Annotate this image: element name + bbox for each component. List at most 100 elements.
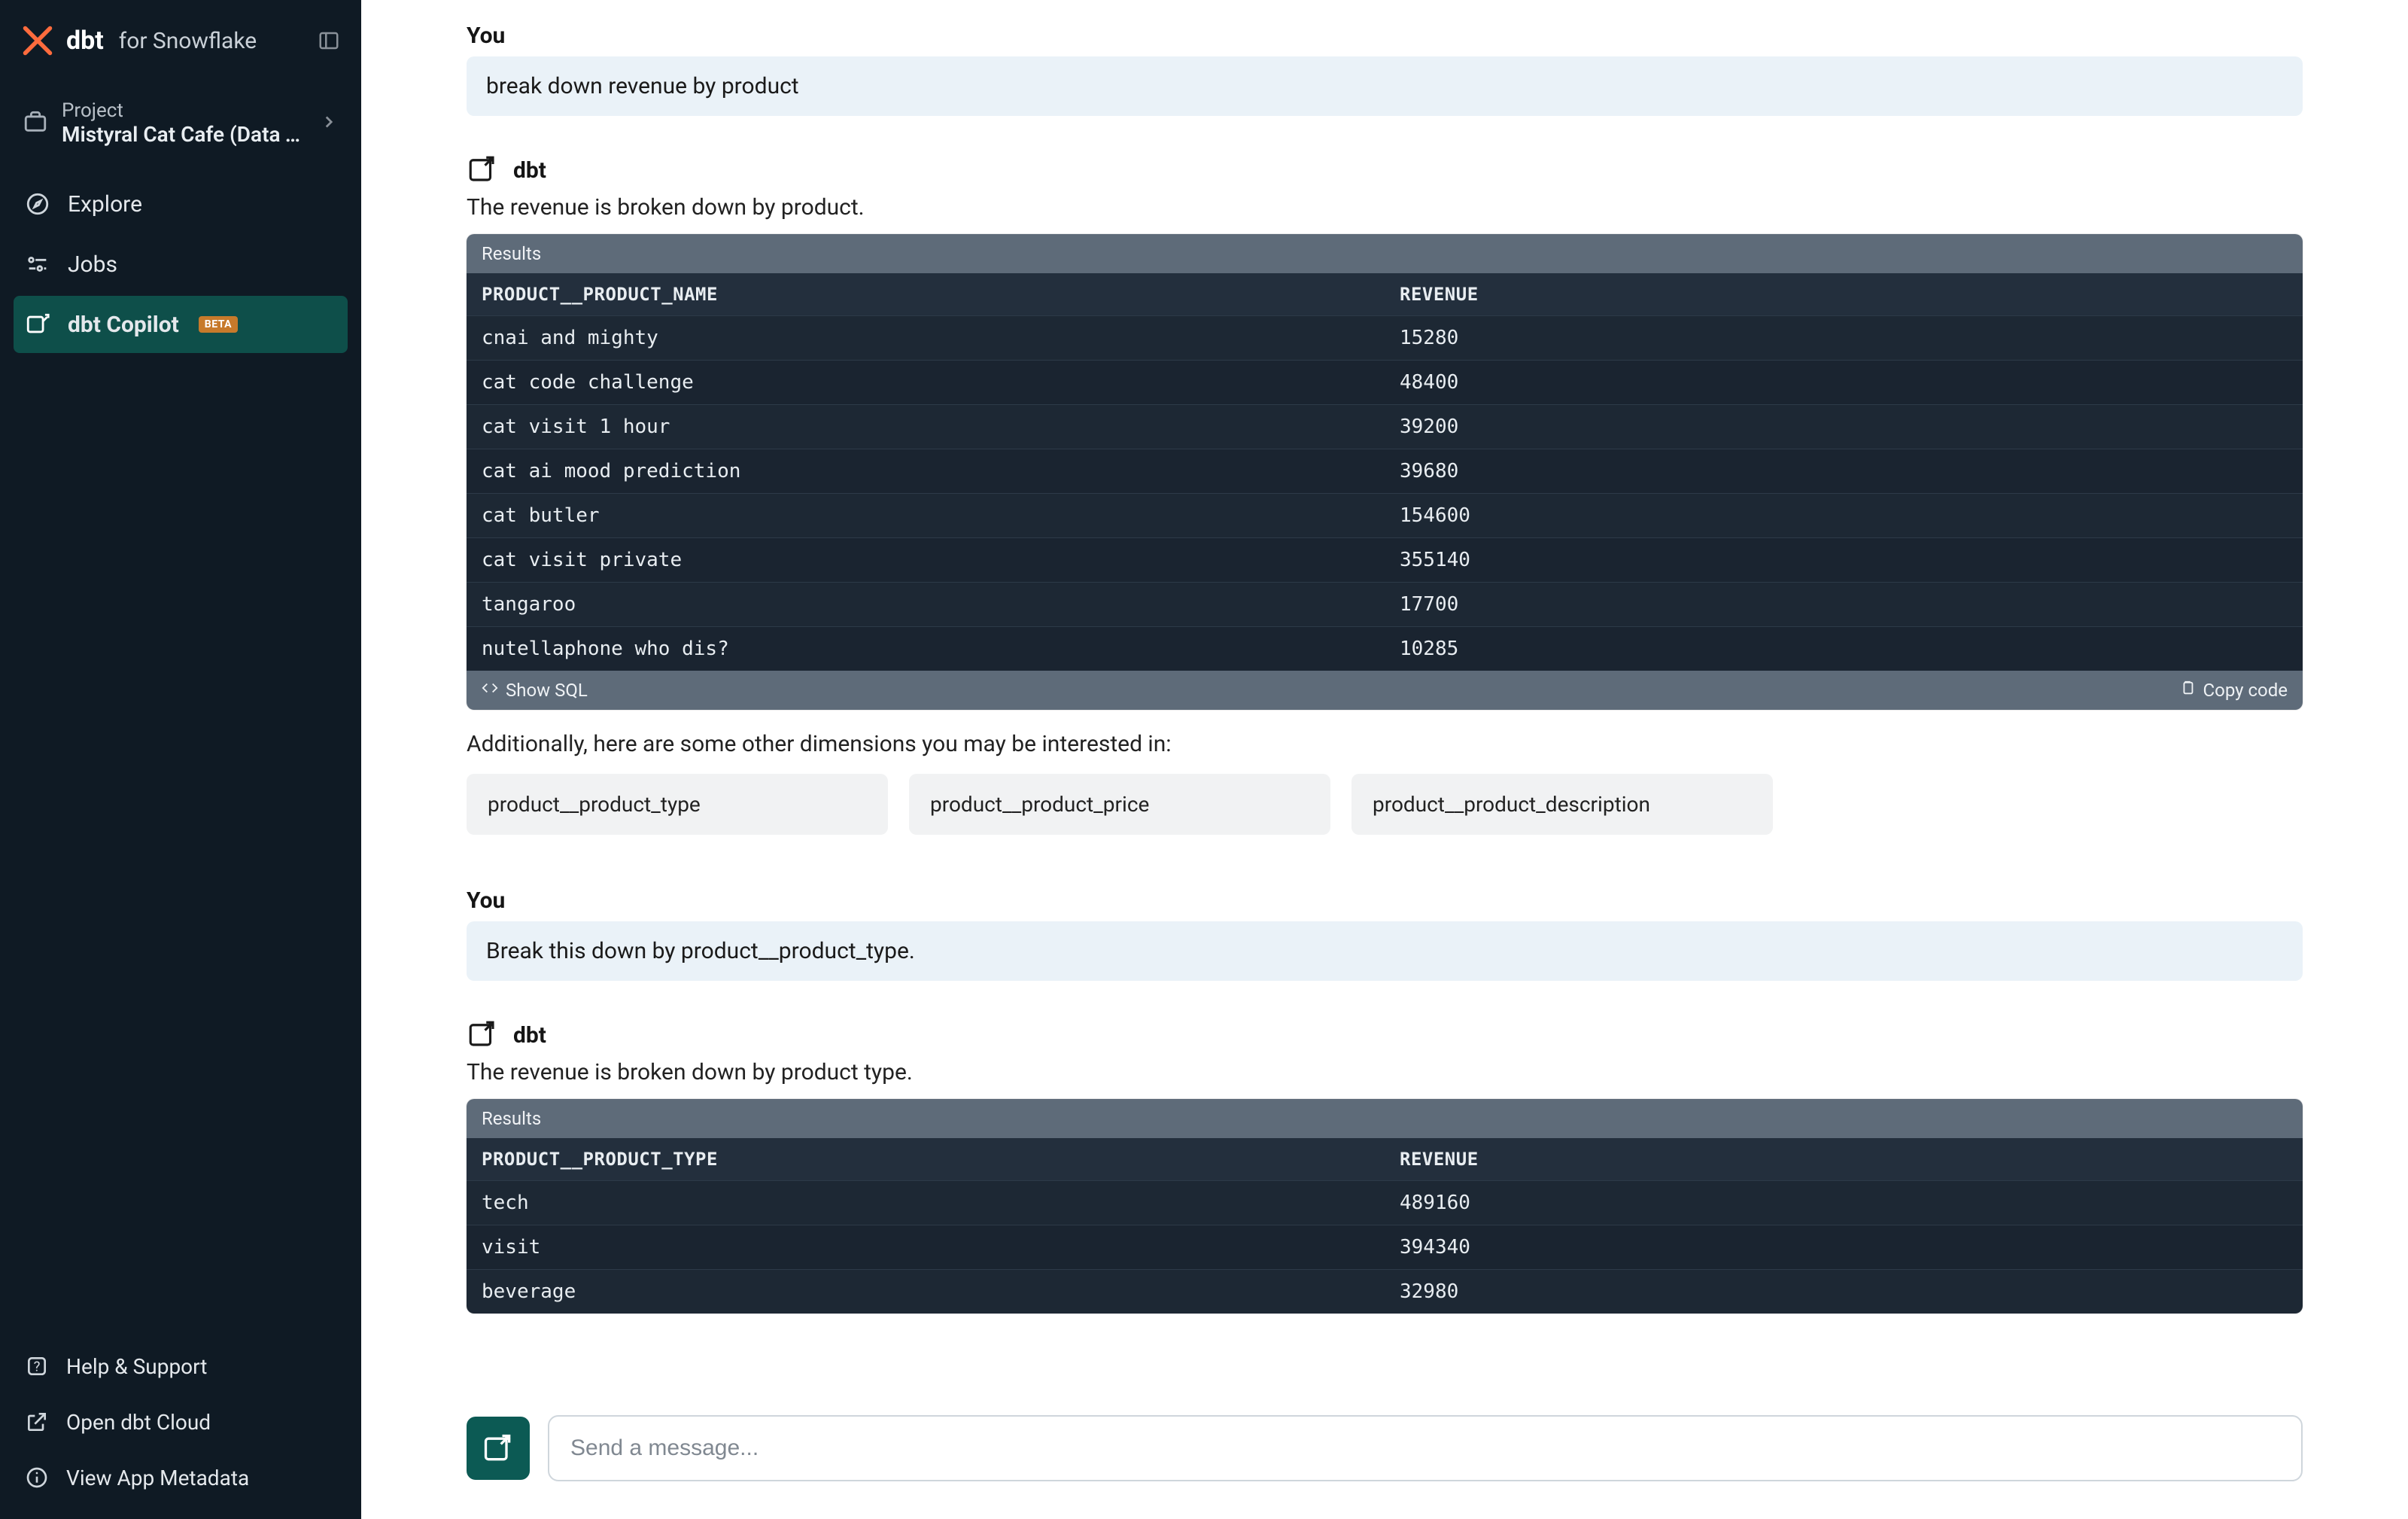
- jobs-icon: [24, 251, 51, 278]
- beta-badge: BETA: [199, 316, 238, 333]
- compass-icon: [24, 190, 51, 218]
- chevron-right-icon: [319, 112, 339, 135]
- brand-suffix: for Snowflake: [119, 28, 257, 54]
- table-row: cat ai mood prediction39680: [467, 449, 2303, 494]
- project-name: Mistyral Cat Cafe (Data Te...: [62, 122, 306, 147]
- dbt-label: dbt: [513, 1022, 546, 1049]
- sidebar: dbt for Snowflake Project Mistyral Cat C…: [0, 0, 361, 1519]
- cell-revenue: 39680: [1385, 449, 2303, 494]
- table-row: cat code challenge48400: [467, 361, 2303, 405]
- sidebar-item-help[interactable]: ? Help & Support: [14, 1338, 348, 1394]
- cell-revenue: 17700: [1385, 583, 2303, 627]
- table-row: beverage32980: [467, 1270, 2303, 1314]
- assistant-text: The revenue is broken down by product ty…: [467, 1059, 2303, 1085]
- sidebar-item-metadata[interactable]: View App Metadata: [14, 1450, 348, 1505]
- dimension-pill-description[interactable]: product__product_description: [1351, 774, 1773, 835]
- sidebar-item-label: Jobs: [68, 251, 117, 278]
- cell-revenue: 48400: [1385, 361, 2303, 405]
- sidebar-item-explore[interactable]: Explore: [14, 175, 348, 233]
- table-row: nutellaphone who dis?10285: [467, 627, 2303, 671]
- assistant-icon: [467, 1018, 500, 1052]
- results-card: Results PRODUCT__PRODUCT_NAME REVENUE cn…: [467, 234, 2303, 710]
- assistant-icon: [467, 154, 500, 187]
- message-input[interactable]: [548, 1415, 2303, 1481]
- col-product-name: PRODUCT__PRODUCT_NAME: [467, 273, 1385, 316]
- cell-product: cnai and mighty: [467, 316, 1385, 361]
- code-icon: [482, 680, 498, 701]
- cell-revenue: 489160: [1385, 1181, 2303, 1225]
- sidebar-item-jobs[interactable]: Jobs: [14, 236, 348, 293]
- table-row: tech489160: [467, 1181, 2303, 1225]
- new-chat-button[interactable]: [467, 1417, 530, 1480]
- assistant-text: The revenue is broken down by product.: [467, 194, 2303, 221]
- cell-product: cat butler: [467, 494, 1385, 538]
- user-message: Break this down by product__product_type…: [467, 921, 2303, 981]
- clipboard-icon: [2179, 680, 2196, 701]
- project-label: Project: [62, 99, 306, 122]
- help-icon: ?: [24, 1353, 50, 1379]
- results-header: Results: [467, 234, 2303, 273]
- cell-product: visit: [467, 1225, 1385, 1270]
- additional-dimensions-text: Additionally, here are some other dimens…: [467, 731, 2303, 757]
- sidebar-item-copilot[interactable]: dbt Copilot BETA: [14, 296, 348, 353]
- show-sql-label: Show SQL: [506, 680, 588, 701]
- brand-name: dbt: [66, 26, 104, 56]
- dbt-label: dbt: [513, 157, 546, 184]
- cell-revenue: 39200: [1385, 405, 2303, 449]
- cell-product: cat visit 1 hour: [467, 405, 1385, 449]
- copilot-icon: [24, 311, 51, 338]
- results-table-1: PRODUCT__PRODUCT_NAME REVENUE cnai and m…: [467, 273, 2303, 671]
- dbt-logo-icon: [21, 24, 54, 57]
- copy-code-label: Copy code: [2203, 680, 2288, 701]
- cell-revenue: 154600: [1385, 494, 2303, 538]
- cell-revenue: 394340: [1385, 1225, 2303, 1270]
- you-label: You: [467, 23, 2303, 49]
- sidebar-item-label: Open dbt Cloud: [66, 1410, 211, 1435]
- sidebar-item-label: View App Metadata: [66, 1466, 249, 1490]
- cell-product: cat code challenge: [467, 361, 1385, 405]
- results-header: Results: [467, 1099, 2303, 1138]
- dimension-pill-price[interactable]: product__product_price: [909, 774, 1330, 835]
- results-table-2: PRODUCT__PRODUCT_TYPE REVENUE tech489160…: [467, 1138, 2303, 1314]
- show-sql-button[interactable]: Show SQL: [482, 680, 588, 701]
- cell-product: cat visit private: [467, 538, 1385, 583]
- main-content: You break down revenue by product dbt Th…: [361, 0, 2408, 1519]
- table-row: visit394340: [467, 1225, 2303, 1270]
- dimension-pills: product__product_type product__product_p…: [467, 774, 2303, 835]
- assistant-header: dbt: [467, 154, 2303, 187]
- sidebar-item-label: dbt Copilot: [68, 312, 179, 338]
- project-selector[interactable]: Project Mistyral Cat Cafe (Data Te...: [14, 89, 348, 157]
- info-icon: [24, 1465, 50, 1490]
- cell-product: beverage: [467, 1270, 1385, 1314]
- assistant-header: dbt: [467, 1018, 2303, 1052]
- col-product-type: PRODUCT__PRODUCT_TYPE: [467, 1138, 1385, 1181]
- user-message: break down revenue by product: [467, 56, 2303, 116]
- col-revenue: REVENUE: [1385, 273, 2303, 316]
- table-row: cat visit 1 hour39200: [467, 405, 2303, 449]
- dimension-pill-type[interactable]: product__product_type: [467, 774, 888, 835]
- svg-text:?: ?: [34, 1359, 41, 1375]
- cell-revenue: 32980: [1385, 1270, 2303, 1314]
- sidebar-header: dbt for Snowflake: [0, 0, 361, 81]
- sidebar-collapse-icon[interactable]: [318, 29, 340, 52]
- input-bar: [361, 1400, 2408, 1519]
- cell-product: tech: [467, 1181, 1385, 1225]
- you-label: You: [467, 887, 2303, 914]
- results-footer: Show SQL Copy code: [467, 671, 2303, 710]
- sidebar-item-label: Help & Support: [66, 1354, 207, 1379]
- cell-revenue: 355140: [1385, 538, 2303, 583]
- sidebar-item-open-cloud[interactable]: Open dbt Cloud: [14, 1394, 348, 1450]
- table-row: cat butler154600: [467, 494, 2303, 538]
- copy-code-button[interactable]: Copy code: [2179, 680, 2288, 701]
- cell-product: cat ai mood prediction: [467, 449, 1385, 494]
- results-card: Results PRODUCT__PRODUCT_TYPE REVENUE te…: [467, 1099, 2303, 1314]
- table-row: tangaroo17700: [467, 583, 2303, 627]
- sidebar-item-label: Explore: [68, 191, 142, 218]
- chat-scroll[interactable]: You break down revenue by product dbt Th…: [361, 0, 2408, 1400]
- table-row: cat visit private355140: [467, 538, 2303, 583]
- cell-product: tangaroo: [467, 583, 1385, 627]
- col-revenue: REVENUE: [1385, 1138, 2303, 1181]
- external-link-icon: [24, 1409, 50, 1435]
- cell-revenue: 10285: [1385, 627, 2303, 671]
- cell-product: nutellaphone who dis?: [467, 627, 1385, 671]
